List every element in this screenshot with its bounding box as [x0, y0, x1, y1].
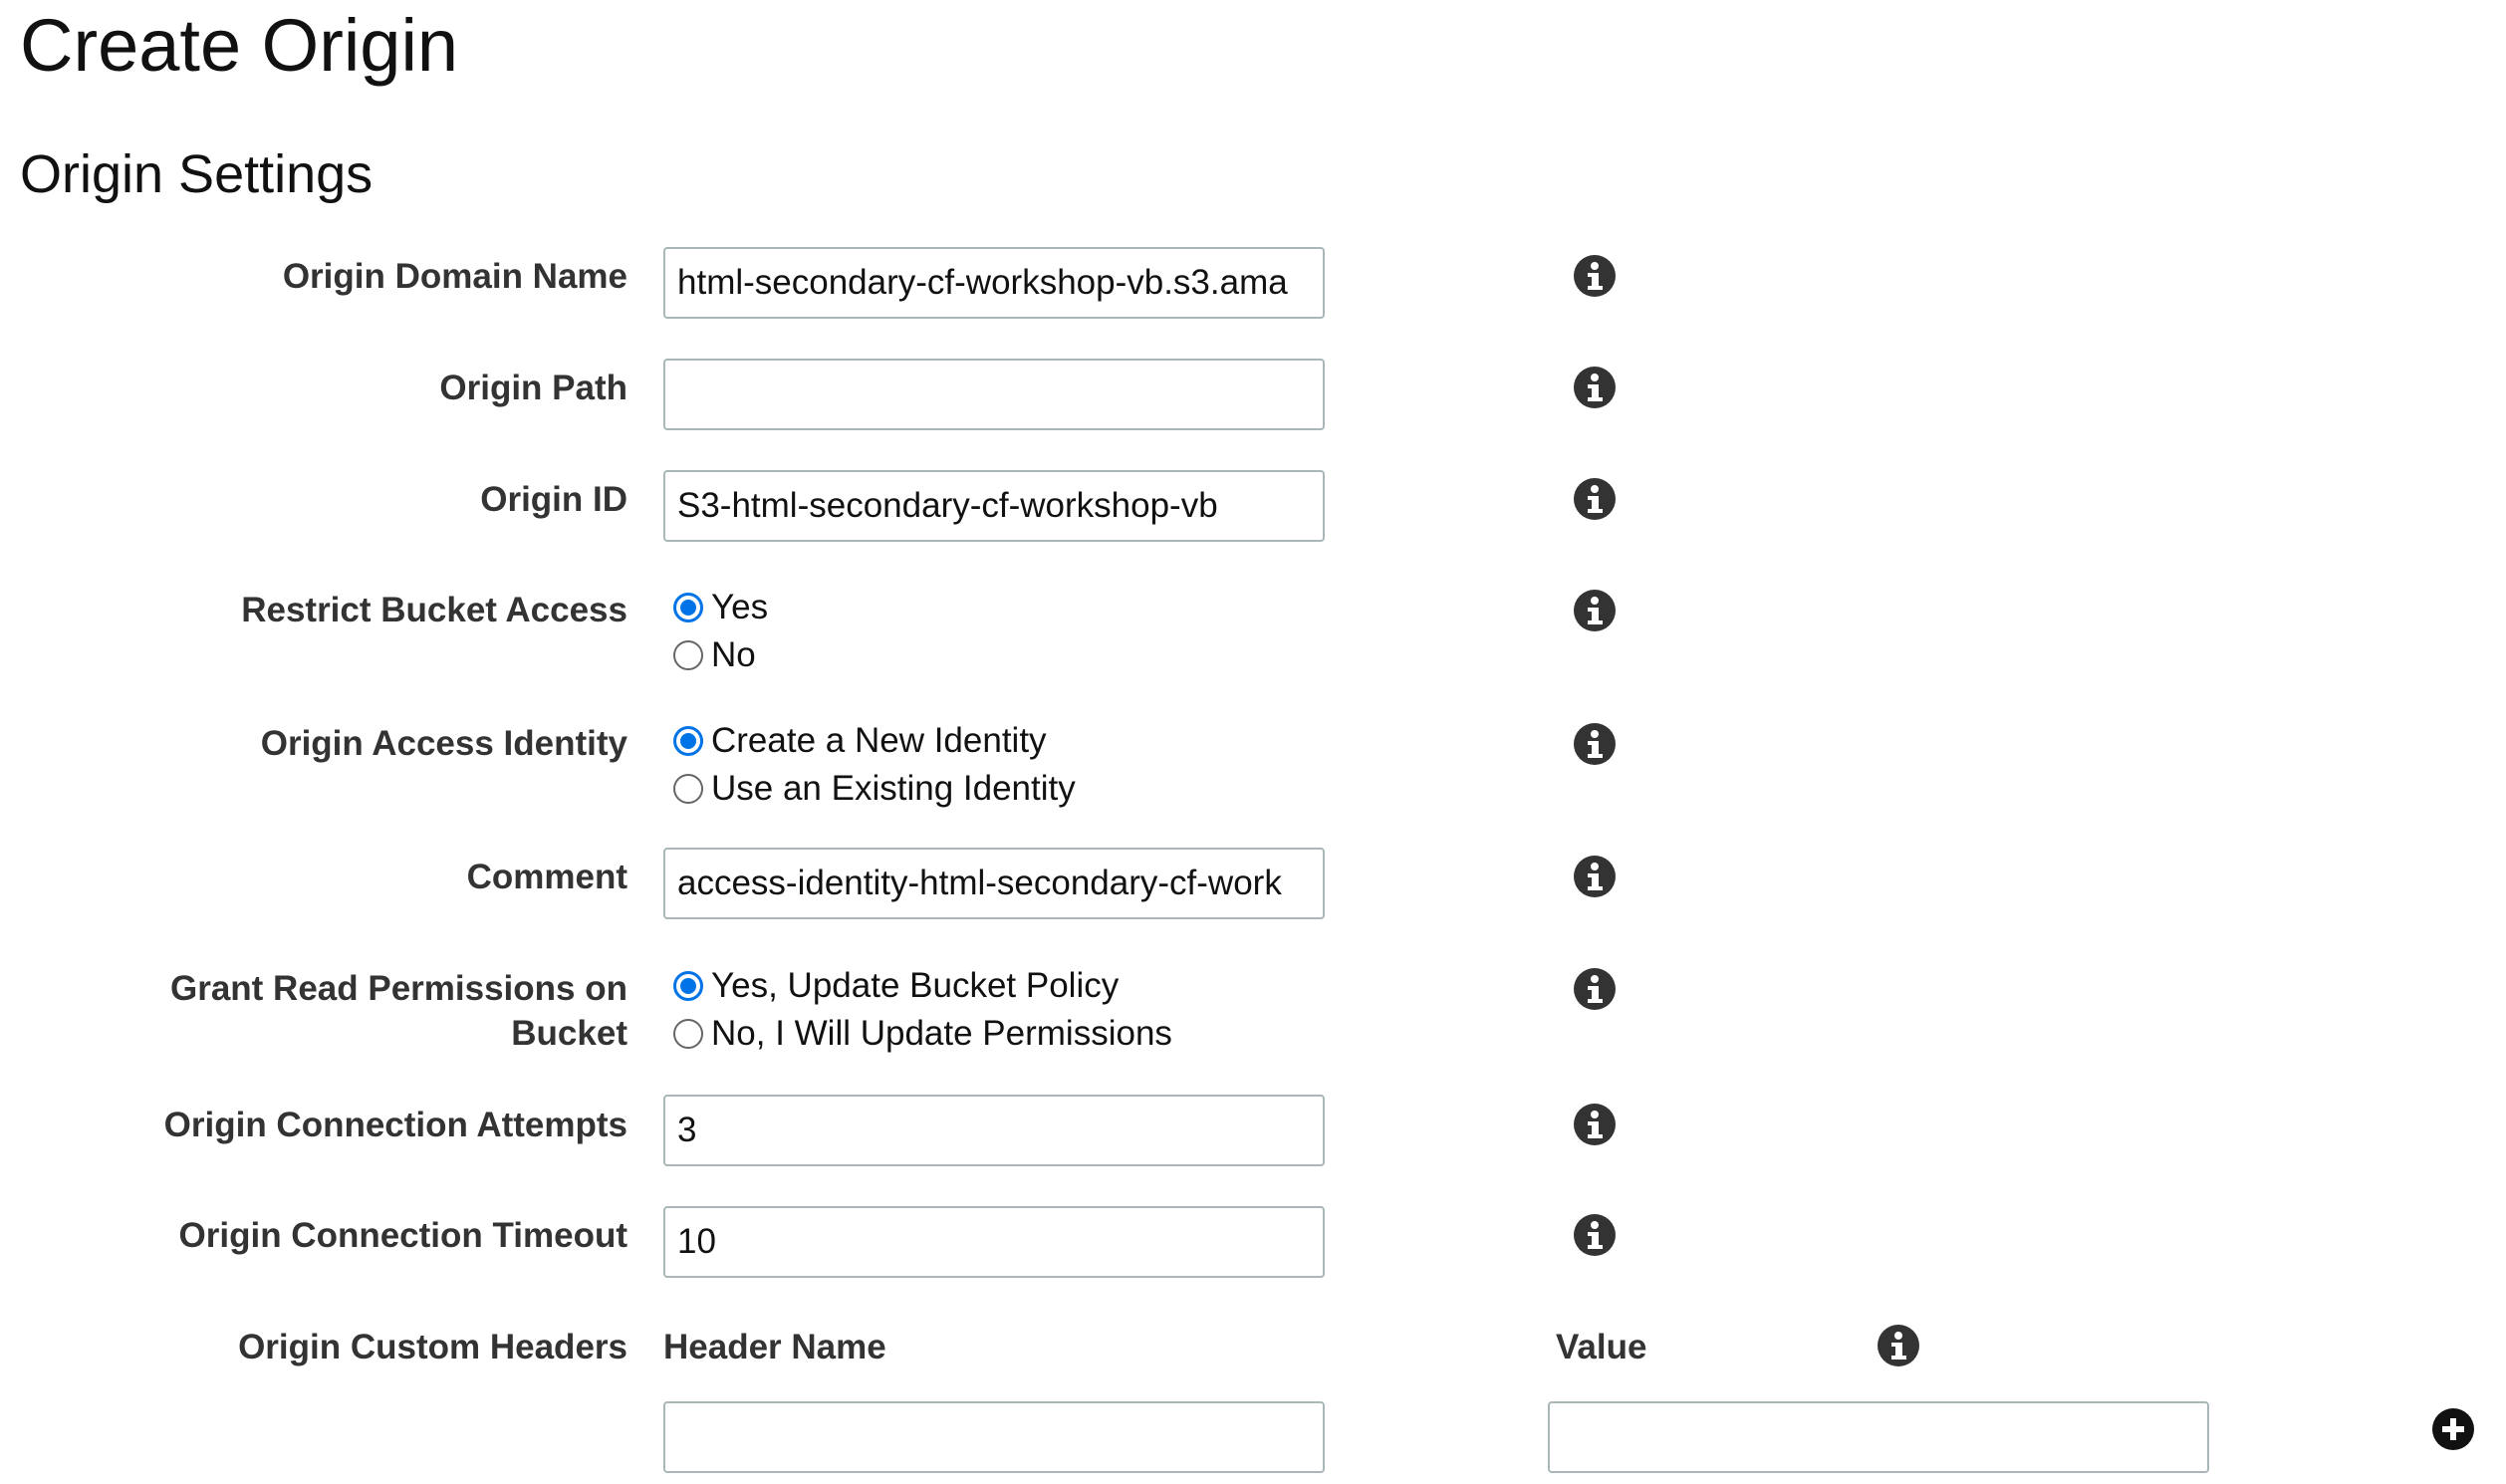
info-icon[interactable]: [1574, 1214, 1616, 1256]
origin-access-identity-label: Origin Access Identity: [260, 724, 627, 763]
restrict-bucket-access-label: Restrict Bucket Access: [241, 591, 627, 629]
radio-selected-icon[interactable]: [673, 726, 703, 756]
radio-label: No, I Will Update Permissions: [711, 1014, 1172, 1053]
info-icon[interactable]: [1574, 590, 1616, 631]
origin-path-input[interactable]: [663, 359, 1325, 430]
update-permissions-myself-radio[interactable]: No, I Will Update Permissions: [673, 1010, 1172, 1058]
origin-custom-headers-label: Origin Custom Headers: [238, 1328, 627, 1366]
page-title: Create Origin: [20, 4, 459, 87]
radio-label: Create a New Identity: [711, 721, 1047, 760]
origin-connection-attempts-input[interactable]: 3: [663, 1095, 1325, 1166]
comment-input[interactable]: access-identity-html-secondary-cf-work: [663, 848, 1325, 919]
info-icon[interactable]: [1574, 723, 1616, 765]
info-icon[interactable]: [1878, 1325, 1919, 1366]
radio-unselected-icon[interactable]: [673, 1019, 703, 1049]
origin-connection-attempts-label: Origin Connection Attempts: [163, 1106, 627, 1144]
radio-label: No: [711, 635, 756, 674]
header-name-input[interactable]: [663, 1401, 1325, 1473]
comment-label: Comment: [466, 858, 627, 896]
header-value-input[interactable]: [1548, 1401, 2209, 1473]
radio-label: Use an Existing Identity: [711, 769, 1076, 808]
info-icon[interactable]: [1574, 856, 1616, 897]
origin-connection-timeout-label: Origin Connection Timeout: [178, 1216, 627, 1255]
info-icon[interactable]: [1574, 968, 1616, 1010]
grant-read-permissions-label: Grant Read Permissions on Bucket: [70, 966, 627, 1056]
origin-connection-timeout-input[interactable]: 10: [663, 1206, 1325, 1278]
create-new-identity-radio[interactable]: Create a New Identity: [673, 717, 1047, 765]
grant-read-permissions-label-line1: Grant Read Permissions on: [169, 969, 627, 1008]
restrict-bucket-access-no-radio[interactable]: No: [673, 631, 756, 679]
header-name-column-label: Header Name: [663, 1328, 886, 1366]
origin-domain-name-input[interactable]: html-secondary-cf-workshop-vb.s3.ama: [663, 247, 1325, 319]
radio-unselected-icon[interactable]: [673, 774, 703, 804]
update-bucket-policy-radio[interactable]: Yes, Update Bucket Policy: [673, 962, 1119, 1010]
origin-id-label: Origin ID: [480, 480, 627, 519]
origin-path-label: Origin Path: [439, 369, 627, 407]
radio-unselected-icon[interactable]: [673, 640, 703, 670]
radio-selected-icon[interactable]: [673, 593, 703, 622]
origin-id-input[interactable]: S3-html-secondary-cf-workshop-vb: [663, 470, 1325, 542]
info-icon[interactable]: [1574, 255, 1616, 297]
radio-label: Yes: [711, 588, 769, 626]
use-existing-identity-radio[interactable]: Use an Existing Identity: [673, 765, 1076, 813]
info-icon[interactable]: [1574, 478, 1616, 520]
info-icon[interactable]: [1574, 367, 1616, 408]
info-icon[interactable]: [1574, 1104, 1616, 1145]
grant-read-permissions-label-line2: Bucket: [511, 1014, 627, 1053]
add-header-icon[interactable]: [2432, 1408, 2474, 1450]
section-title: Origin Settings: [20, 144, 374, 204]
origin-domain-name-label: Origin Domain Name: [282, 257, 627, 296]
radio-selected-icon[interactable]: [673, 971, 703, 1001]
value-column-label: Value: [1556, 1328, 1647, 1366]
radio-label: Yes, Update Bucket Policy: [711, 966, 1120, 1005]
restrict-bucket-access-yes-radio[interactable]: Yes: [673, 584, 768, 631]
